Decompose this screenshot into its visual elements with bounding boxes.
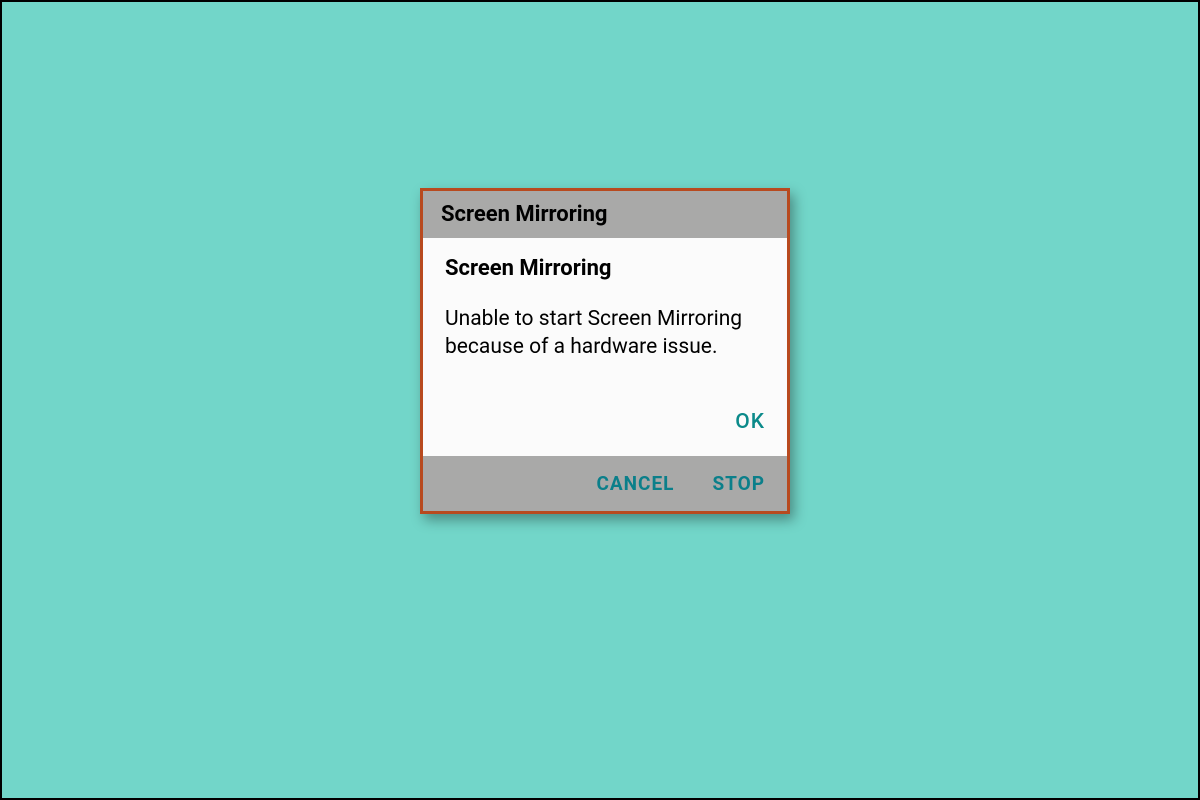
dialog-title: Screen Mirroring xyxy=(441,202,607,227)
dialog-subtitle: Screen Mirroring xyxy=(445,256,765,281)
dialog-titlebar: Screen Mirroring xyxy=(423,191,787,238)
stop-button[interactable]: STOP xyxy=(712,472,765,495)
dialog-footer: CANCEL STOP xyxy=(423,456,787,511)
inner-action-row: OK xyxy=(445,362,765,442)
dialog-body: Screen Mirroring Unable to start Screen … xyxy=(423,238,787,456)
dialog-message: Unable to start Screen Mirroring because… xyxy=(445,305,765,362)
cancel-button[interactable]: CANCEL xyxy=(596,472,674,495)
ok-button[interactable]: OK xyxy=(735,410,765,434)
screen-mirroring-dialog: Screen Mirroring Screen Mirroring Unable… xyxy=(420,188,790,514)
